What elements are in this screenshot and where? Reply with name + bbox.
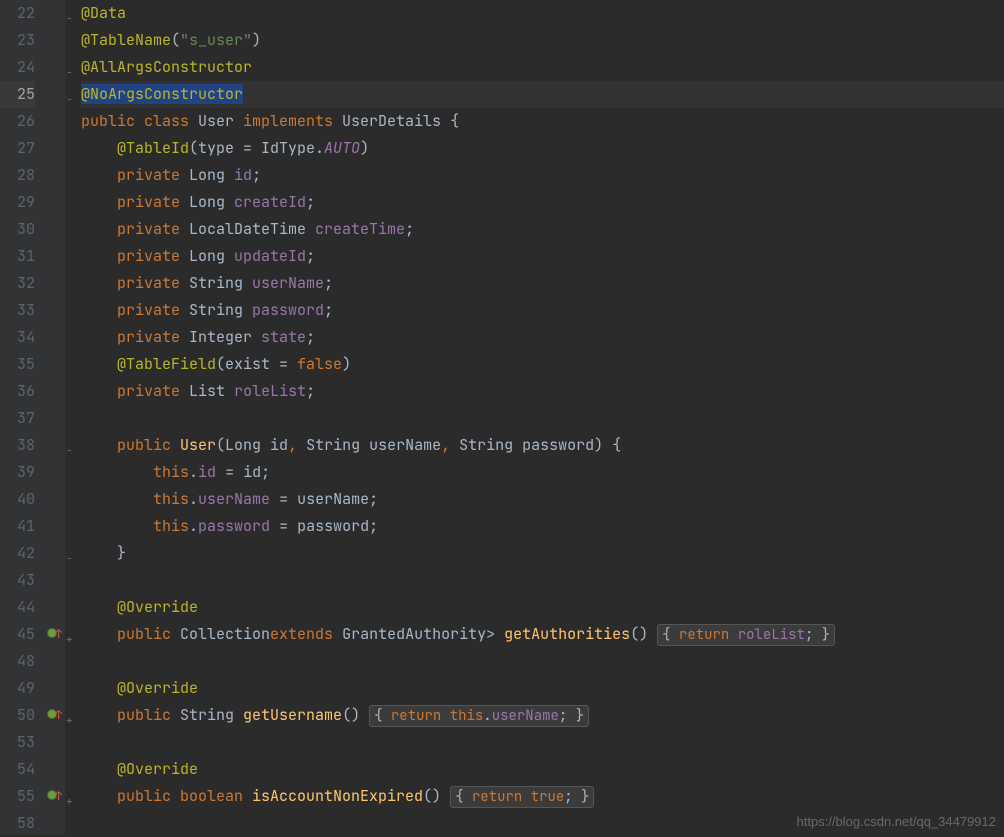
line-number[interactable]: 53 [0, 729, 35, 756]
code-editor[interactable]: 2223242526272829303132333435363738394041… [0, 0, 1004, 835]
code-line[interactable]: @TableField(exist = false) [81, 351, 1004, 378]
folded-code-block[interactable]: { return true; } [450, 786, 594, 808]
line-number[interactable]: 26 [0, 108, 35, 135]
code-line[interactable]: private Long updateId; [81, 243, 1004, 270]
line-number[interactable]: 34 [0, 324, 35, 351]
folded-code-block[interactable]: { return this.userName; } [369, 705, 589, 727]
code-line[interactable]: private Long id; [81, 162, 1004, 189]
line-number[interactable]: 49 [0, 675, 35, 702]
code-line[interactable]: this.id = id; [81, 459, 1004, 486]
code-line[interactable]: private String password; [81, 297, 1004, 324]
line-number[interactable]: 32 [0, 270, 35, 297]
folded-code-block[interactable]: { return roleList; } [657, 624, 835, 646]
code-line[interactable]: public String getUsername() { return thi… [81, 702, 1004, 729]
code-line[interactable]: @Override [81, 594, 1004, 621]
code-line[interactable]: @NoArgsConstructor [81, 81, 1004, 108]
line-number[interactable]: 45 [0, 621, 35, 648]
override-marker-icon[interactable]: ↑ [47, 702, 62, 729]
line-number[interactable]: 55 [0, 783, 35, 810]
code-line[interactable]: @Data [81, 0, 1004, 27]
code-line[interactable]: private Integer state; [81, 324, 1004, 351]
code-line[interactable]: this.userName = userName; [81, 486, 1004, 513]
line-number[interactable]: 54 [0, 756, 35, 783]
line-number[interactable]: 27 [0, 135, 35, 162]
code-line[interactable] [81, 729, 1004, 756]
line-number[interactable]: 44 [0, 594, 35, 621]
code-line[interactable] [81, 648, 1004, 675]
line-number[interactable]: 50 [0, 702, 35, 729]
line-number[interactable]: 41 [0, 513, 35, 540]
code-line[interactable]: this.password = password; [81, 513, 1004, 540]
code-line[interactable] [81, 567, 1004, 594]
line-number[interactable]: 24 [0, 54, 35, 81]
line-number[interactable]: 33 [0, 297, 35, 324]
line-number[interactable]: 40 [0, 486, 35, 513]
line-number[interactable]: 38 [0, 432, 35, 459]
code-line[interactable] [81, 405, 1004, 432]
code-line[interactable]: public User(Long id, String userName, St… [81, 432, 1004, 459]
line-number[interactable]: 36 [0, 378, 35, 405]
code-line[interactable]: private List roleList; [81, 378, 1004, 405]
code-line[interactable]: @AllArgsConstructor [81, 54, 1004, 81]
code-line[interactable]: public Collectionextends GrantedAuthorit… [81, 621, 1004, 648]
line-number[interactable]: 48 [0, 648, 35, 675]
line-number[interactable]: 31 [0, 243, 35, 270]
override-marker-icon[interactable]: ↑ [47, 783, 62, 810]
line-number[interactable]: 43 [0, 567, 35, 594]
line-number[interactable]: 42 [0, 540, 35, 567]
line-number[interactable]: 35 [0, 351, 35, 378]
code-area[interactable]: @Data@TableName("s_user")@AllArgsConstru… [77, 0, 1004, 835]
code-line[interactable]: @Override [81, 675, 1004, 702]
watermark-text: https://blog.csdn.net/qq_34479912 [797, 814, 997, 829]
line-number[interactable]: 25 [0, 81, 35, 108]
code-line[interactable]: public boolean isAccountNonExpired() { r… [81, 783, 1004, 810]
line-number[interactable]: 23 [0, 27, 35, 54]
line-number[interactable]: 58 [0, 810, 35, 837]
code-line[interactable]: private String userName; [81, 270, 1004, 297]
line-number[interactable]: 28 [0, 162, 35, 189]
fold-column[interactable]: −−−−−+++ [65, 0, 77, 835]
code-line[interactable]: private LocalDateTime createTime; [81, 216, 1004, 243]
code-line[interactable]: @Override [81, 756, 1004, 783]
line-number-gutter[interactable]: 2223242526272829303132333435363738394041… [0, 0, 45, 835]
code-line[interactable]: @TableId(type = IdType.AUTO) [81, 135, 1004, 162]
line-number[interactable]: 22 [0, 0, 35, 27]
line-number[interactable]: 29 [0, 189, 35, 216]
code-line[interactable]: public class User implements UserDetails… [81, 108, 1004, 135]
override-marker-icon[interactable]: ↑ [47, 621, 62, 648]
code-line[interactable]: @TableName("s_user") [81, 27, 1004, 54]
marker-column: ↑ ↑ ↑ [45, 0, 65, 835]
code-line[interactable]: } [81, 540, 1004, 567]
line-number[interactable]: 39 [0, 459, 35, 486]
code-line[interactable]: private Long createId; [81, 189, 1004, 216]
line-number[interactable]: 37 [0, 405, 35, 432]
line-number[interactable]: 30 [0, 216, 35, 243]
